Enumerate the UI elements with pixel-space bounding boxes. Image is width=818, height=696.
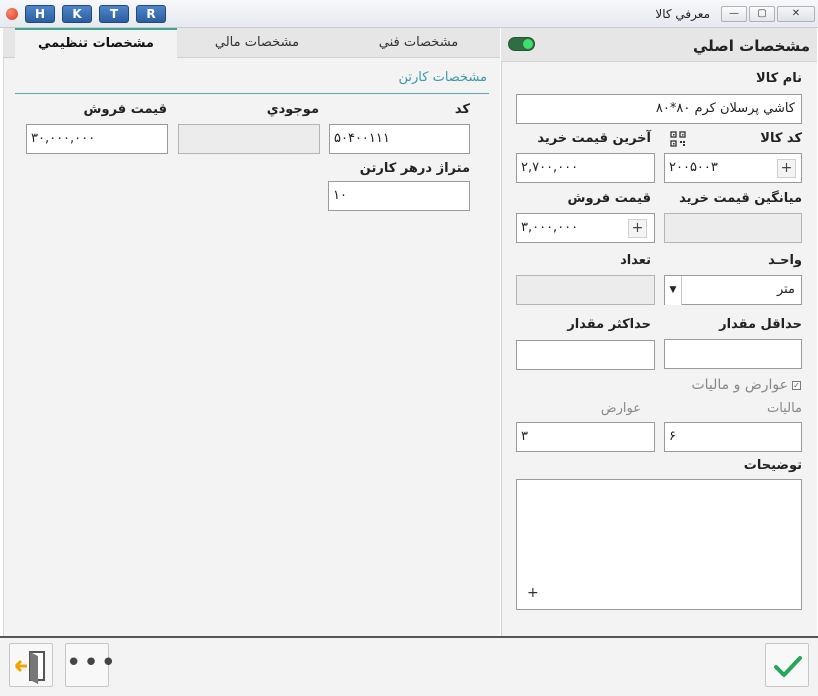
meterage-label: متراژ درهر کارتن xyxy=(359,161,470,176)
unit-value: متر xyxy=(776,282,795,297)
taxes-checkbox-label[interactable]: عوارض و ماليات xyxy=(691,377,788,393)
last-buy-label: آخرين قيمت خريد xyxy=(537,131,651,146)
carton-code-value: ۵۰۴۰۰۱۱۱ xyxy=(334,131,390,146)
settings-panel xyxy=(3,28,500,636)
item-code-field[interactable]: + ۲۰۰۵۰۰۳ xyxy=(664,153,802,183)
notes-add-button[interactable]: + xyxy=(527,585,539,601)
close-button[interactable]: ✕ xyxy=(777,6,815,22)
app-icon xyxy=(6,8,18,20)
notes-label: توضيحات xyxy=(743,458,802,473)
exit-button[interactable] xyxy=(9,643,53,687)
minimize-button[interactable]: — xyxy=(721,6,747,22)
tax-label: ماليات xyxy=(766,401,802,416)
carton-section-title: مشخصات کارتن xyxy=(398,70,488,85)
main-info-title: مشخصات اصلي xyxy=(692,37,810,55)
duty-label: عوارض xyxy=(600,401,641,416)
tab-financial[interactable]: مشخصات مالي xyxy=(177,28,337,58)
more-button[interactable]: ••• xyxy=(65,643,116,687)
qr-code-icon[interactable] xyxy=(670,131,686,147)
checkmark-icon xyxy=(774,656,802,677)
name-field[interactable]: کاشي پرسلان کرم ۸۰*۸۰ xyxy=(516,94,802,124)
name-label: نام کالا xyxy=(756,71,802,86)
sell-price-label: قيمت فروش xyxy=(567,191,651,206)
duty-field[interactable]: ۳ xyxy=(516,422,655,452)
sell-price-field[interactable]: ۳,۰۰۰,۰۰۰ + xyxy=(516,213,655,243)
confirm-button[interactable] xyxy=(765,643,809,687)
stock-field xyxy=(178,124,320,154)
carton-price-value: ۳۰,۰۰۰,۰۰۰ xyxy=(31,131,96,146)
carton-code-label: کد xyxy=(454,102,470,117)
max-qty-field[interactable] xyxy=(516,340,655,370)
avg-buy-label: ميانگين قيمت خريد xyxy=(679,191,802,206)
window-title: معرفي کالا xyxy=(655,7,710,21)
main-info-toggle[interactable] xyxy=(508,37,535,51)
last-buy-field: ۲,۷۰۰,۰۰۰ xyxy=(516,153,655,183)
carton-price-field[interactable]: ۳۰,۰۰۰,۰۰۰ xyxy=(26,124,168,154)
meterage-field[interactable]: ۱۰ xyxy=(328,181,470,211)
count-field xyxy=(516,275,655,305)
quick-button-r[interactable]: R xyxy=(136,5,166,23)
taxes-checkbox[interactable]: ✓ xyxy=(792,381,801,390)
notes-textarea[interactable]: + xyxy=(516,479,802,610)
min-qty-field[interactable] xyxy=(664,339,802,369)
item-code-label: کد کالا xyxy=(760,131,802,146)
meterage-value: ۱۰ xyxy=(333,188,347,203)
sell-price-add-button[interactable]: + xyxy=(628,219,647,238)
tab-settings[interactable]: مشخصات تنظيمي xyxy=(15,28,177,58)
unit-select[interactable]: ▼ متر xyxy=(664,275,802,305)
quick-button-h[interactable]: H xyxy=(25,5,55,23)
section-divider xyxy=(15,93,489,94)
item-code-add-button[interactable]: + xyxy=(777,159,796,178)
avg-buy-field xyxy=(664,213,802,243)
min-qty-label: حداقل مقدار xyxy=(719,317,802,332)
max-qty-label: حداکثر مقدار xyxy=(567,317,651,332)
carton-price-label: قيمت فروش xyxy=(83,102,167,117)
toggle-knob xyxy=(523,39,533,49)
maximize-button[interactable]: ▢ xyxy=(749,6,775,22)
exit-icon xyxy=(14,651,45,684)
chevron-down-icon[interactable]: ▼ xyxy=(665,276,682,305)
quick-button-t[interactable]: T xyxy=(99,5,129,23)
duty-value: ۳ xyxy=(521,429,528,444)
carton-code-field[interactable]: ۵۰۴۰۰۱۱۱ xyxy=(329,124,470,154)
tax-value: ۶ xyxy=(669,429,676,444)
sell-price-value: ۳,۰۰۰,۰۰۰ xyxy=(521,220,579,235)
count-label: تعداد xyxy=(620,253,651,268)
name-value: کاشي پرسلان کرم ۸۰*۸۰ xyxy=(655,101,795,116)
item-code-value: ۲۰۰۵۰۰۳ xyxy=(669,160,718,175)
last-buy-value: ۲,۷۰۰,۰۰۰ xyxy=(521,160,579,175)
tab-technical[interactable]: مشخصات فني xyxy=(337,28,500,58)
unit-label: واحـد xyxy=(768,253,802,268)
quick-button-k[interactable]: K xyxy=(62,5,92,23)
tax-field[interactable]: ۶ xyxy=(664,422,802,452)
stock-label: موجودي xyxy=(266,102,319,117)
footer-bar xyxy=(0,636,818,696)
